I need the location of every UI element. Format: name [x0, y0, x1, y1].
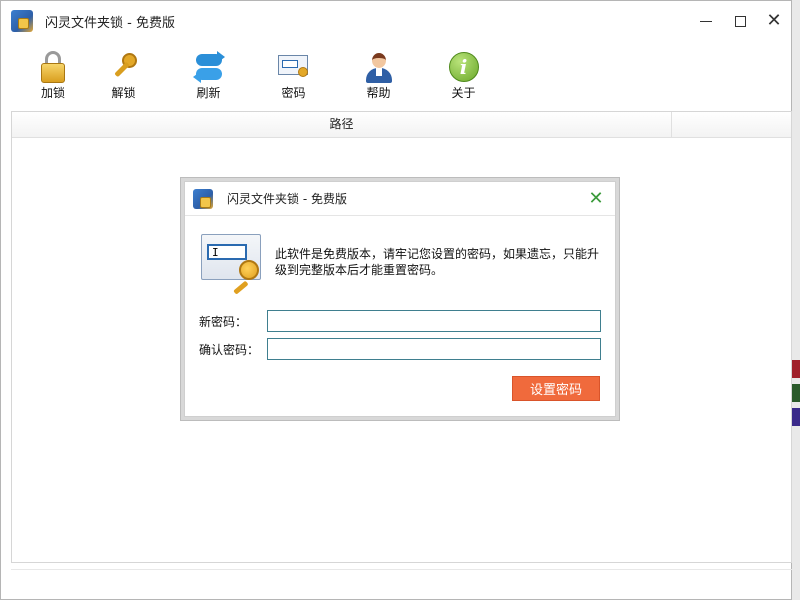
desktop-mark [792, 384, 800, 402]
new-password-input[interactable] [267, 310, 601, 332]
lock-icon [37, 51, 69, 83]
confirm-password-input[interactable] [267, 338, 601, 360]
column-header-path[interactable]: 路径 [12, 112, 672, 137]
dialog-close-button[interactable]: ✕ [585, 188, 607, 210]
dialog-app-icon [193, 188, 213, 209]
close-button[interactable]: ✕ [757, 1, 791, 41]
minimize-button[interactable] [689, 1, 723, 41]
password-label: 密码 [281, 86, 306, 100]
column-header-extra[interactable] [672, 112, 791, 137]
about-label: 关于 [451, 86, 476, 100]
key-icon [108, 51, 140, 83]
info-glyph: i [448, 52, 479, 82]
minimize-icon [700, 20, 712, 22]
dialog-title-bar: 闪灵文件夹锁 - 免费版 ✕ [185, 182, 615, 216]
refresh-icon [192, 51, 225, 83]
status-bar [11, 569, 792, 595]
list-header: 路径 [12, 112, 791, 138]
password-icon [277, 51, 310, 83]
new-password-label: 新密码： [199, 314, 248, 329]
window-controls: ✕ [689, 1, 791, 41]
close-icon: ✕ [766, 10, 782, 31]
close-icon: ✕ [588, 188, 604, 209]
dialog-message: 此软件是免费版本，请牢记您设置的密码，如果遗忘，只能升级到完整版本后才能重置密码… [275, 247, 600, 277]
lock-label: 加锁 [40, 86, 65, 100]
help-person-icon [363, 51, 395, 83]
maximize-button[interactable] [723, 1, 757, 41]
password-button[interactable]: 密码 [251, 41, 336, 101]
about-button[interactable]: i 关于 [421, 41, 506, 101]
text-cursor-glyph: I [212, 246, 219, 259]
set-password-button[interactable]: 设置密码 [512, 376, 600, 401]
app-logo-icon [11, 10, 33, 32]
refresh-button[interactable]: 刷新 [166, 41, 251, 101]
set-password-dialog: 闪灵文件夹锁 - 免费版 ✕ I 此软件是免费版本，请牢记您设置的密码，如果遗忘… [184, 181, 616, 417]
window-title: 闪灵文件夹锁 - 免费版 [45, 15, 175, 31]
refresh-label: 刷新 [196, 86, 221, 100]
help-label: 帮助 [366, 86, 391, 100]
dialog-title: 闪灵文件夹锁 - 免费版 [227, 192, 347, 206]
info-icon: i [448, 51, 480, 83]
lock-button[interactable]: 加锁 [25, 41, 81, 101]
confirm-password-label: 确认密码： [199, 342, 260, 357]
maximize-icon [734, 15, 746, 27]
unlock-button[interactable]: 解锁 [81, 41, 166, 101]
desktop-mark [792, 360, 800, 378]
password-key-icon: I [201, 232, 263, 295]
title-bar: 闪灵文件夹锁 - 免费版 ✕ [1, 1, 791, 41]
help-button[interactable]: 帮助 [336, 41, 421, 101]
toolbar: 加锁 解锁 刷新 密码 帮助 i 关于 [1, 41, 791, 107]
new-password-row: 新密码： [199, 310, 601, 332]
confirm-password-row: 确认密码： [199, 338, 601, 360]
unlock-label: 解锁 [111, 86, 136, 100]
desktop-mark [792, 408, 800, 426]
